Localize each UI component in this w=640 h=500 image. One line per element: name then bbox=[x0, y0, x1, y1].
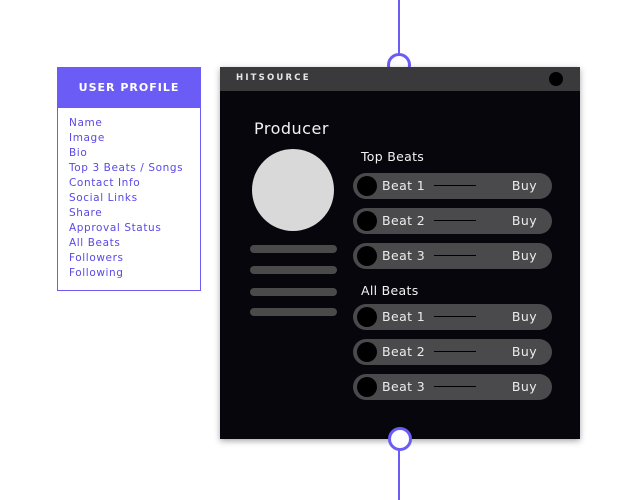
buy-button[interactable]: Buy bbox=[512, 309, 537, 324]
top-beats-heading: Top Beats bbox=[361, 149, 425, 164]
profile-field-image: Image bbox=[69, 132, 105, 144]
play-icon[interactable] bbox=[357, 176, 377, 196]
connector-line-bottom bbox=[398, 450, 400, 500]
bio-placeholder-line bbox=[250, 266, 337, 274]
profile-field-top-beats: Top 3 Beats / Songs bbox=[69, 162, 184, 174]
buy-button[interactable]: Buy bbox=[512, 344, 537, 359]
brand-logo: HITSOURCE bbox=[236, 73, 311, 83]
profile-field-following: Following bbox=[69, 267, 124, 279]
beat-title: Beat 3 bbox=[382, 379, 426, 394]
user-profile-title: USER PROFILE bbox=[58, 68, 200, 108]
buy-button[interactable]: Buy bbox=[512, 213, 537, 228]
profile-field-bio: Bio bbox=[69, 147, 88, 159]
connector-line-top bbox=[398, 0, 400, 54]
buy-button[interactable]: Buy bbox=[512, 248, 537, 263]
buy-button[interactable]: Buy bbox=[512, 379, 537, 394]
progress-line bbox=[434, 255, 476, 256]
beat-title: Beat 1 bbox=[382, 309, 426, 324]
profile-field-followers: Followers bbox=[69, 252, 124, 264]
profile-field-all-beats: All Beats bbox=[69, 237, 121, 249]
all-beat-row-1[interactable]: Beat 1 Buy bbox=[353, 304, 552, 330]
bio-placeholder-line bbox=[250, 288, 337, 296]
beat-title: Beat 3 bbox=[382, 248, 426, 263]
user-profile-field-list: Name Image Bio Top 3 Beats / Songs Conta… bbox=[58, 108, 200, 281]
window-control-button[interactable] bbox=[549, 72, 563, 86]
page-title: Producer bbox=[254, 119, 329, 138]
play-icon[interactable] bbox=[357, 342, 377, 362]
app-window: HITSOURCE Producer Top Beats Beat 1 Buy … bbox=[220, 67, 580, 439]
play-icon[interactable] bbox=[357, 246, 377, 266]
progress-line bbox=[434, 386, 476, 387]
beat-title: Beat 2 bbox=[382, 213, 426, 228]
title-bar: HITSOURCE bbox=[220, 67, 580, 91]
connector-node-bottom bbox=[388, 427, 412, 451]
progress-line bbox=[434, 185, 476, 186]
user-profile-card: USER PROFILE Name Image Bio Top 3 Beats … bbox=[57, 67, 201, 291]
all-beat-row-2[interactable]: Beat 2 Buy bbox=[353, 339, 552, 365]
bio-placeholder-line bbox=[250, 245, 337, 253]
bio-placeholder-line bbox=[250, 308, 337, 316]
progress-line bbox=[434, 220, 476, 221]
top-beat-row-1[interactable]: Beat 1 Buy bbox=[353, 173, 552, 199]
all-beat-row-3[interactable]: Beat 3 Buy bbox=[353, 374, 552, 400]
play-icon[interactable] bbox=[357, 307, 377, 327]
profile-field-share: Share bbox=[69, 207, 103, 219]
all-beats-heading: All Beats bbox=[361, 283, 419, 298]
profile-field-name: Name bbox=[69, 117, 103, 129]
top-beat-row-2[interactable]: Beat 2 Buy bbox=[353, 208, 552, 234]
profile-field-approval-status: Approval Status bbox=[69, 222, 162, 234]
producer-avatar bbox=[252, 149, 334, 231]
play-icon[interactable] bbox=[357, 377, 377, 397]
progress-line bbox=[434, 316, 476, 317]
beat-title: Beat 2 bbox=[382, 344, 426, 359]
buy-button[interactable]: Buy bbox=[512, 178, 537, 193]
top-beat-row-3[interactable]: Beat 3 Buy bbox=[353, 243, 552, 269]
beat-title: Beat 1 bbox=[382, 178, 426, 193]
play-icon[interactable] bbox=[357, 211, 377, 231]
profile-field-contact-info: Contact Info bbox=[69, 177, 141, 189]
progress-line bbox=[434, 351, 476, 352]
profile-field-social-links: Social Links bbox=[69, 192, 138, 204]
